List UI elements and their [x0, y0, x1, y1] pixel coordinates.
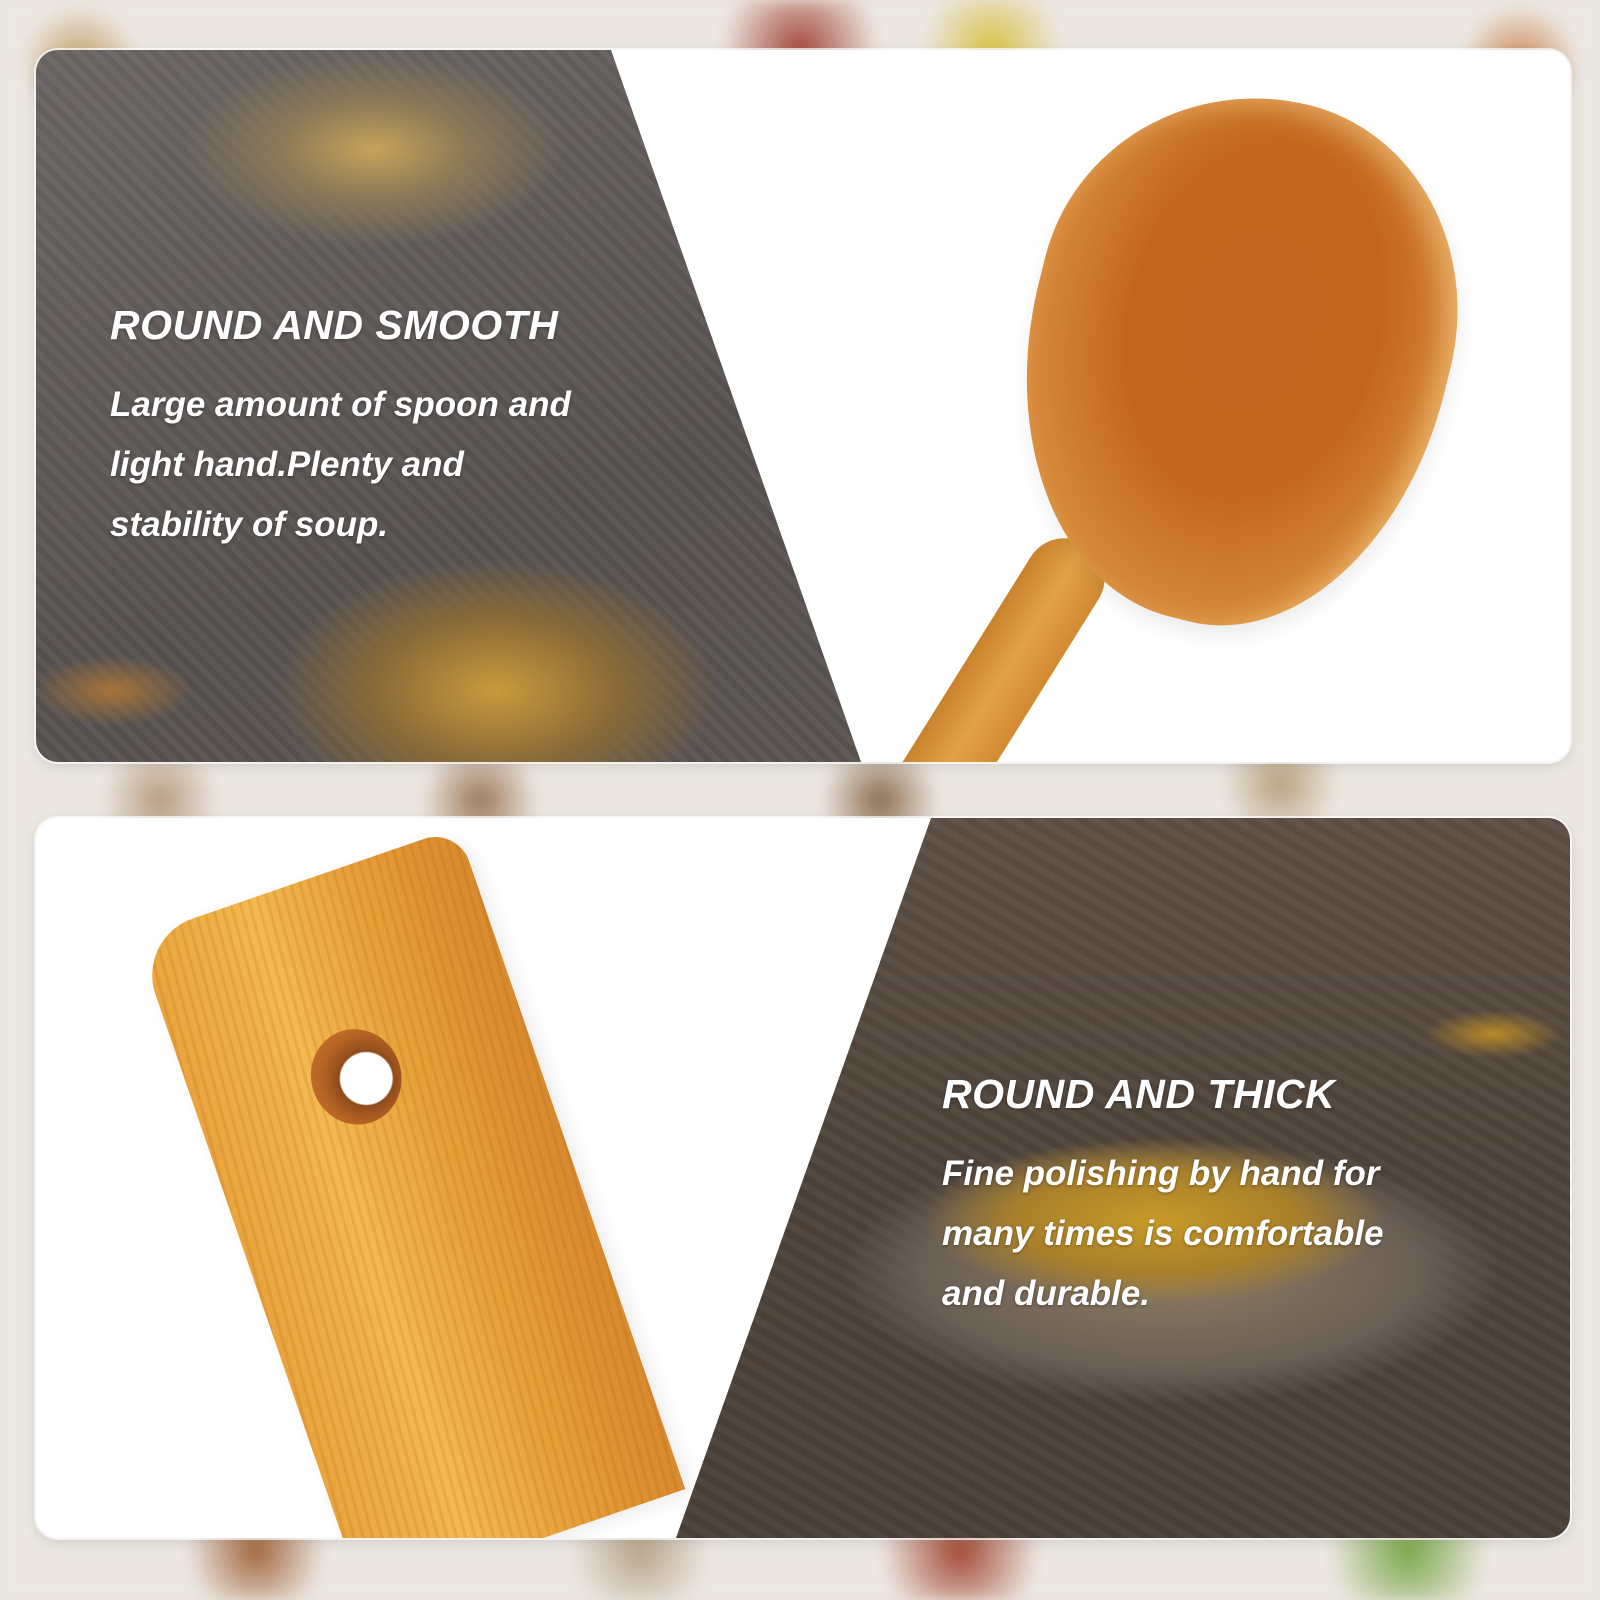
feature-description: Fine polishing by hand for many times is… [942, 1154, 1384, 1313]
feature-card-round-and-smooth: ROUND AND SMOOTH Large amount of spoon a… [36, 50, 1570, 762]
feature-heading: ROUND AND THICK [942, 1071, 1336, 1117]
feature-heading: ROUND AND SMOOTH [110, 302, 559, 348]
feature-text-block: ROUND AND SMOOTH Large amount of spoon a… [110, 302, 670, 555]
wooden-handle-image [136, 827, 686, 1538]
feature-card-round-and-thick: ROUND AND THICK Fine polishing by hand f… [36, 818, 1570, 1538]
feature-description: Large amount of spoon and light hand.Ple… [110, 385, 571, 544]
hanging-hole [298, 1016, 415, 1137]
feature-text-block: ROUND AND THICK Fine polishing by hand f… [942, 1071, 1542, 1324]
